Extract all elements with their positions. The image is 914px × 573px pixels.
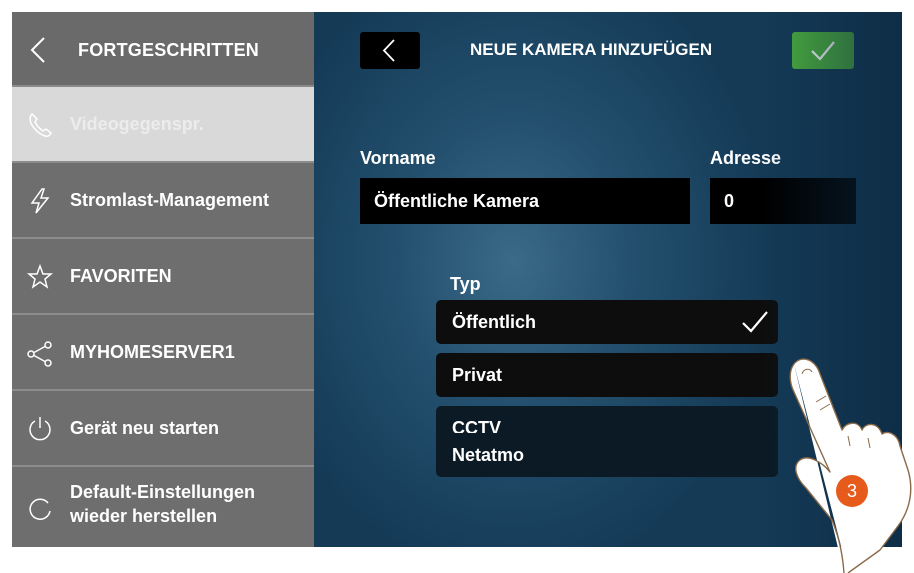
phone-icon <box>29 112 52 137</box>
sidebar-item-label: MYHOMESERVER1 <box>70 342 235 362</box>
page-title: NEUE KAMERA HINZUFÜGEN <box>470 40 713 59</box>
sidebar-item-default-einstellungen[interactable]: Default-Einstellungen wieder herstellen <box>12 467 314 547</box>
address-label: Adresse <box>710 148 782 168</box>
share-icon <box>27 341 52 367</box>
type-option-netatmo[interactable]: Netatmo <box>436 433 778 477</box>
chevron-left-icon[interactable] <box>26 36 50 64</box>
reset-icon <box>29 498 51 520</box>
sidebar-item-label: Videogegenspr. <box>70 114 204 134</box>
sidebar-item-label-line2: wieder herstellen <box>70 506 218 526</box>
type-option-label: Netatmo <box>452 445 525 465</box>
star-icon <box>26 263 54 289</box>
sidebar-item-neustart[interactable]: Gerät neu starten <box>12 391 314 467</box>
sidebar-item-favoriten[interactable]: FAVORITEN <box>12 239 314 315</box>
chevron-left-icon <box>382 39 395 62</box>
type-option-label: Öffentlich <box>452 312 536 332</box>
sidebar-item-label: Stromlast-Management <box>70 190 270 210</box>
type-option-privat[interactable]: Privat <box>436 353 778 397</box>
name-label: Vorname <box>360 148 436 168</box>
step-badge: 3 <box>836 475 868 507</box>
confirm-button[interactable] <box>792 32 854 69</box>
checkmark-icon <box>742 311 768 333</box>
address-field-value: 0 <box>724 191 735 211</box>
checkmark-icon <box>811 41 835 61</box>
type-option-label: Privat <box>452 365 503 385</box>
device-screen: FORTGESCHRITTEN Videogegenspr. Stromlast… <box>12 12 902 547</box>
address-field[interactable]: 0 <box>710 178 856 224</box>
type-label: Typ <box>450 274 481 294</box>
type-option-oeffentlich[interactable]: Öffentlich <box>436 300 778 344</box>
lightning-icon <box>30 188 50 214</box>
name-field-value: Öffentliche Kamera <box>374 191 540 211</box>
sidebar-header: FORTGESCHRITTEN <box>12 12 314 87</box>
power-icon <box>29 417 51 441</box>
sidebar-title: FORTGESCHRITTEN <box>78 40 259 60</box>
sidebar-item-label: Default-Einstellungen wieder herstellen <box>70 480 255 528</box>
name-field[interactable]: Öffentliche Kamera <box>360 178 690 224</box>
pointing-hand-icon <box>789 358 912 573</box>
sidebar-item-videogegenspr[interactable]: Videogegenspr. <box>12 87 314 163</box>
sidebar: FORTGESCHRITTEN Videogegenspr. Stromlast… <box>12 12 314 547</box>
sidebar-item-label: FAVORITEN <box>70 266 172 286</box>
back-button[interactable] <box>360 32 420 69</box>
sidebar-item-stromlast[interactable]: Stromlast-Management <box>12 163 314 239</box>
sidebar-item-label: Gerät neu starten <box>70 418 220 438</box>
sidebar-item-label-line1: Default-Einstellungen <box>70 482 256 502</box>
sidebar-item-myhomeserver[interactable]: MYHOMESERVER1 <box>12 315 314 391</box>
